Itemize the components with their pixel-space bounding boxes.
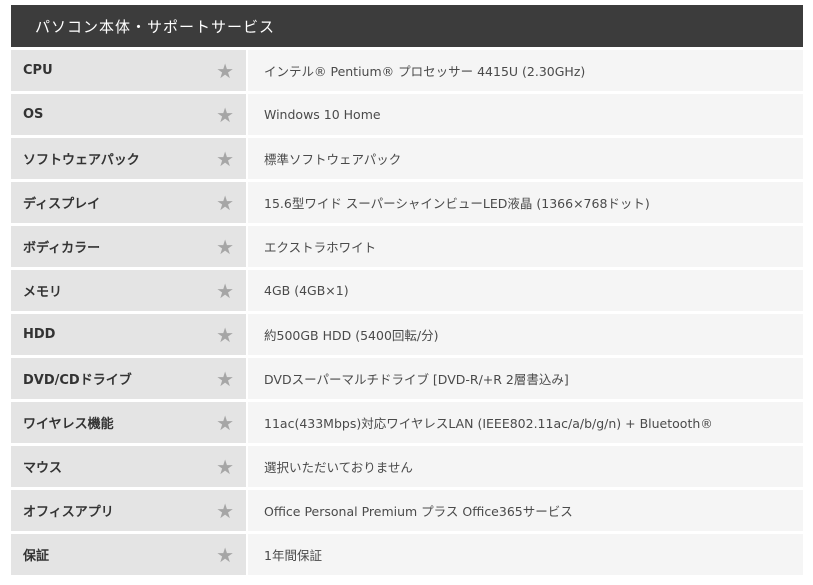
spec-label: ボディカラー — [23, 241, 101, 256]
spec-value: Windows 10 Home — [248, 94, 803, 135]
spec-value: 約500GB HDD (5400回転/分) — [248, 314, 803, 355]
star-icon: ★ — [216, 498, 234, 523]
section-title: パソコン本体・サポートサービス — [35, 17, 276, 36]
spec-label: メモリ — [23, 285, 63, 300]
spec-label: 保証 — [23, 549, 50, 564]
spec-row: ソフトウェアパック ★ 標準ソフトウェアパック — [11, 138, 803, 179]
spec-row: ワイヤレス機能 ★ 11ac(433Mbps)対応ワイヤレスLAN (IEEE802… — [11, 402, 803, 443]
spec-label-cell: ワイヤレス機能 ★ — [11, 402, 246, 443]
star-icon: ★ — [216, 278, 234, 303]
star-icon: ★ — [216, 542, 234, 567]
spec-value: DVDスーパーマルチドライブ [DVD-R/+R 2層書込み] — [248, 358, 803, 399]
spec-label: オフィスアプリ — [23, 505, 114, 520]
spec-label-cell: メモリ ★ — [11, 270, 246, 311]
spec-row: ディスプレイ ★ 15.6型ワイド スーパーシャインビューLED液晶 (1366×7… — [11, 182, 803, 223]
spec-label-cell: マウス ★ — [11, 446, 246, 487]
spec-row: オフィスアプリ ★ Office Personal Premium プラス Offi… — [11, 490, 803, 531]
spec-label: ワイヤレス機能 — [23, 417, 114, 432]
spec-label-cell: オフィスアプリ ★ — [11, 490, 246, 531]
spec-label-cell: CPU ★ — [11, 50, 246, 91]
spec-label: HDD — [23, 327, 56, 342]
star-icon: ★ — [216, 410, 234, 435]
spec-row: CPU ★ インテル® Pentium® プロセッサー 4415U (2.30GHz… — [11, 50, 803, 91]
star-icon: ★ — [216, 190, 234, 215]
spec-label-cell: ディスプレイ ★ — [11, 182, 246, 223]
spec-value: 選択いただいておりません — [248, 446, 803, 487]
spec-label: マウス — [23, 461, 63, 476]
spec-row: ボディカラー ★ エクストラホワイト — [11, 226, 803, 267]
spec-label-cell: DVD/CDドライブ ★ — [11, 358, 246, 399]
star-icon: ★ — [216, 102, 234, 127]
spec-label-cell: OS ★ — [11, 94, 246, 135]
spec-label: ソフトウェアパック — [23, 153, 140, 168]
spec-value: 15.6型ワイド スーパーシャインビューLED液晶 (1366×768ドット) — [248, 182, 803, 223]
spec-row: 保証 ★ 1年間保証 — [11, 534, 803, 575]
spec-value: 標準ソフトウェアパック — [248, 138, 803, 179]
spec-value: 1年間保証 — [248, 534, 803, 575]
spec-label-cell: HDD ★ — [11, 314, 246, 355]
spec-label: DVD/CDドライブ — [23, 373, 132, 388]
spec-panel: パソコン本体・サポートサービス CPU ★ インテル® Pentium® プロセッサ… — [11, 5, 803, 578]
spec-label: ディスプレイ — [23, 197, 101, 212]
spec-label-cell: ソフトウェアパック ★ — [11, 138, 246, 179]
star-icon: ★ — [216, 322, 234, 347]
star-icon: ★ — [216, 234, 234, 259]
spec-label-cell: ボディカラー ★ — [11, 226, 246, 267]
spec-value: 11ac(433Mbps)対応ワイヤレスLAN (IEEE802.11ac/a/… — [248, 402, 803, 443]
spec-value: インテル® Pentium® プロセッサー 4415U (2.30GHz) — [248, 50, 803, 91]
spec-value: エクストラホワイト — [248, 226, 803, 267]
spec-row: DVD/CDドライブ ★ DVDスーパーマルチドライブ [DVD-R/+R 2層書込… — [11, 358, 803, 399]
spec-table: CPU ★ インテル® Pentium® プロセッサー 4415U (2.30GHz… — [11, 50, 803, 575]
star-icon: ★ — [216, 146, 234, 171]
spec-row: メモリ ★ 4GB (4GB×1) — [11, 270, 803, 311]
spec-row: OS ★ Windows 10 Home — [11, 94, 803, 135]
spec-value: 4GB (4GB×1) — [248, 270, 803, 311]
spec-label: OS — [23, 107, 44, 122]
spec-row: マウス ★ 選択いただいておりません — [11, 446, 803, 487]
section-header: パソコン本体・サポートサービス — [11, 5, 803, 47]
spec-value: Office Personal Premium プラス Office365サービ… — [248, 490, 803, 531]
spec-row: HDD ★ 約500GB HDD (5400回転/分) — [11, 314, 803, 355]
spec-label-cell: 保証 ★ — [11, 534, 246, 575]
star-icon: ★ — [216, 366, 234, 391]
star-icon: ★ — [216, 58, 234, 83]
star-icon: ★ — [216, 454, 234, 479]
spec-label: CPU — [23, 63, 53, 78]
